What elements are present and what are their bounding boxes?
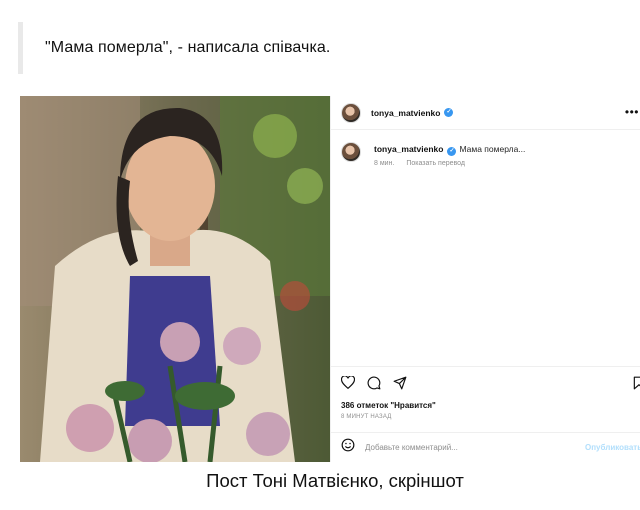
- image-caption: Пост Тоні Матвієнко, скріншот: [206, 470, 464, 491]
- comment-icon[interactable]: [367, 376, 381, 395]
- post-header: tonya_matvienko ✓ •••: [331, 96, 640, 130]
- publish-button[interactable]: Опубликовать: [585, 443, 640, 452]
- bookmark-icon[interactable]: [633, 376, 640, 395]
- likes-count[interactable]: 386 отметок "Нравится": [341, 401, 436, 410]
- add-comment-bar: Добавьте комментарий... Опубликовать: [331, 432, 640, 462]
- instagram-embed: tonya_matvienko ✓ ••• tonya_matvienko ✓ Ма…: [20, 96, 640, 462]
- post-photo[interactable]: [20, 96, 330, 462]
- quote-text: "Мама померла", - написала співачка.: [45, 39, 331, 56]
- verified-icon: ✓: [447, 147, 457, 156]
- post-sidebar: tonya_matvienko ✓ ••• tonya_matvienko ✓ Ма…: [330, 96, 640, 462]
- translate-link[interactable]: Показать перевод: [406, 160, 465, 167]
- comment-input[interactable]: Добавьте комментарий...: [365, 443, 458, 452]
- blockquote: "Мама померла", - написала співачка.: [18, 22, 578, 74]
- ellipsis-icon[interactable]: •••: [625, 105, 639, 119]
- action-bar: [331, 366, 640, 396]
- comment-username[interactable]: tonya_matvienko: [374, 144, 443, 154]
- caption-line: tonya_matvienko ✓ Мама померла...: [374, 144, 634, 156]
- avatar[interactable]: [341, 102, 361, 123]
- comment-text: Мама померла...: [459, 144, 526, 154]
- post-timestamp: 8 минут назад: [341, 414, 392, 420]
- comment-meta: 8 мин. Показать перевод: [374, 160, 465, 167]
- username[interactable]: tonya_matvienko: [371, 108, 440, 118]
- emoji-icon[interactable]: [341, 438, 355, 457]
- heart-icon[interactable]: [340, 375, 356, 394]
- avatar[interactable]: [341, 142, 361, 162]
- verified-icon: ✓: [444, 108, 454, 117]
- comment-time: 8 мин.: [374, 160, 395, 167]
- photo-illustration: [20, 96, 330, 462]
- share-icon[interactable]: [393, 376, 407, 395]
